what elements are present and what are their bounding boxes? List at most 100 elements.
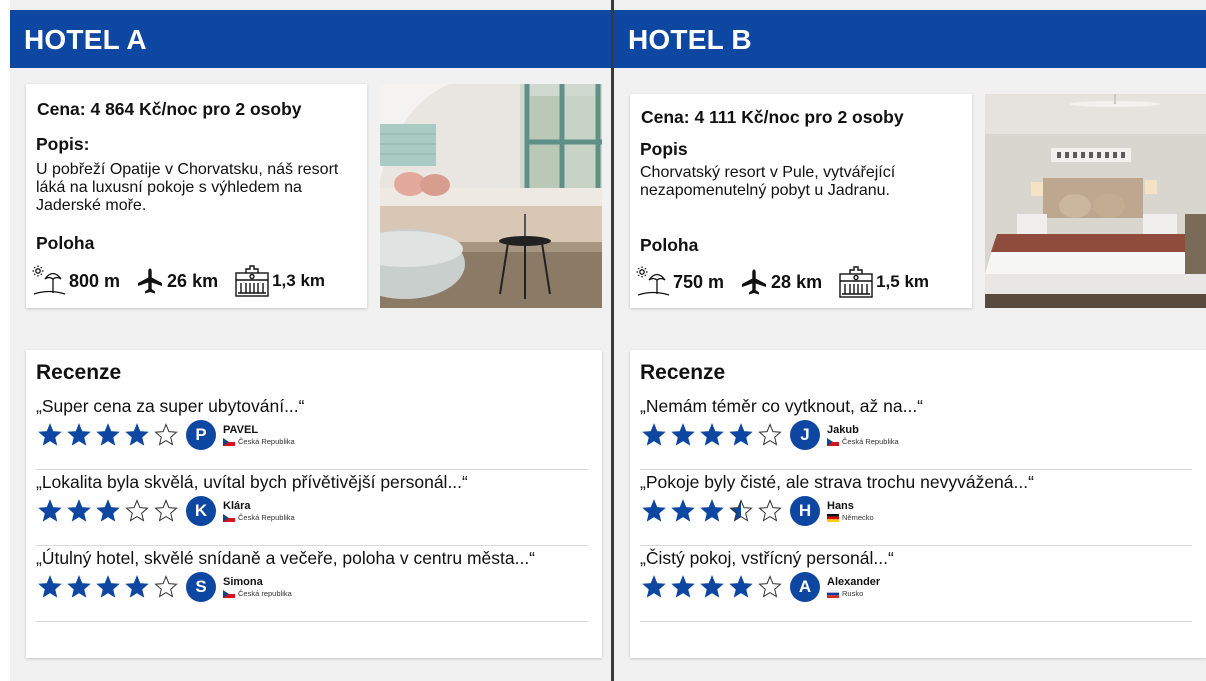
star-full-icon [67,499,91,522]
reviewer-name: PAVEL [223,423,259,436]
czech-flag-icon [827,437,839,446]
description-text: U pobřeží Opatije v Chorvatsku, náš reso… [36,161,339,214]
review-meta: K Klára Česká Republika [38,494,295,528]
airport-distance: 28 km [740,268,822,296]
star-rating [38,423,183,447]
reviewer-country: Česká Republika [827,437,899,447]
star-full-icon [38,499,62,522]
reviewer-info: Simona Česká republika [223,576,292,599]
airplane-icon [740,268,768,296]
location-title: Poloha [640,235,699,255]
star-rating [642,575,787,599]
czech-flag-icon [223,589,235,598]
review-item: „Super cena za super ubytování...“ P PAV… [36,396,588,470]
hotel-info-card: Cena: 4 864 Kč/noc pro 2 osoby Popis: U … [26,84,367,308]
hotel-header: HOTEL B [614,10,1206,68]
star-full-icon [642,575,666,598]
star-empty-icon [758,499,782,522]
reviewer-info: Hans Německo [827,500,874,523]
star-rating [38,575,183,599]
review-meta: P PAVEL Česká Republika [38,418,295,452]
country-label: Rusko [842,588,864,598]
star-full-icon [125,575,149,598]
russian-flag-icon [827,589,839,598]
review-quote: „Nemám téměr co vytknout, až na...“ [640,396,924,416]
country-label: Česká Republika [842,436,899,446]
city-hall-icon [838,265,874,299]
beach-distance-value: 750 m [673,271,725,292]
reviewer-name: Alexander [827,575,881,588]
price-label: Cena: 4 111 Kč/noc pro 2 osoby [641,107,904,127]
review-item: „Čistý pokoj, vstřícný personál...“ A Al… [640,548,1192,622]
reviews-card: Recenze „Super cena za super ubytování..… [26,350,602,658]
reviews-heading: Recenze [36,361,122,384]
avatar: H [790,496,820,526]
hotel-a-panel: HOTEL A Cena: 4 864 Kč/noc pro 2 osoby P… [10,0,612,681]
german-flag-icon [827,513,839,522]
avatar: J [790,420,820,450]
reviewer-country: Česká Republika [223,513,295,523]
beach-icon [636,266,670,298]
hotel-header: HOTEL A [10,10,612,68]
review-meta: S Simona Česká republika [38,570,292,604]
reviewer-name: Hans [827,499,854,512]
beach-icon [32,265,66,297]
reviewer-info: Klára Česká Republika [223,500,295,523]
center-distance: 1,5 km [838,265,929,299]
description-title: Popis [640,139,688,159]
czech-flag-icon [223,437,235,446]
hotel-title: HOTEL A [24,24,147,55]
star-empty-icon [758,423,782,446]
country-label: Česká Republika [238,436,295,446]
location-title: Poloha [36,233,95,253]
star-full-icon [125,423,149,446]
reviews-heading: Recenze [640,361,726,384]
star-full-icon [700,575,724,598]
beach-distance: 750 m [636,266,724,298]
star-full-icon [642,499,666,522]
description-text: Chorvatský resort v Pule, vytvářející ne… [640,164,896,199]
review-meta: A Alexander Rusko [642,570,880,604]
hotel-room-photo [380,84,602,308]
review-item: „Lokalita byla skvělá, uvítal bych přívě… [36,472,588,546]
review-item: „Pokoje byly čisté, ale strava trochu ne… [640,472,1192,546]
review-quote: „Lokalita byla skvělá, uvítal bych přívě… [36,472,468,492]
hotel-info-card: Cena: 4 111 Kč/noc pro 2 osoby Popis Cho… [630,94,972,308]
star-full-icon [671,575,695,598]
star-full-icon [700,499,724,522]
star-half-icon [729,499,753,522]
airport-distance-value: 28 km [771,271,823,292]
star-empty-icon [758,575,782,598]
star-full-icon [729,423,753,446]
star-full-icon [38,423,62,446]
reviewer-country: Německo [827,513,874,523]
star-rating [642,499,787,523]
star-full-icon [38,575,62,598]
airport-distance: 26 km [136,267,218,295]
location-row: 800 m 26 km 1,3 km [32,263,325,299]
star-empty-icon [154,423,178,446]
country-label: Česká Republika [238,512,295,522]
star-rating [642,423,787,447]
reviewer-name: Jakub [827,423,859,436]
review-quote: „Útulný hotel, skvělé snídaně a večeře, … [36,548,536,568]
avatar: K [186,496,216,526]
reviewer-info: Jakub Česká Republika [827,424,899,447]
airplane-icon [136,267,164,295]
review-quote: „Pokoje byly čisté, ale strava trochu ne… [640,472,1034,492]
review-item: „Nemám téměr co vytknout, až na...“ J Ja… [640,396,1192,470]
star-full-icon [671,499,695,522]
reviewer-info: Alexander Rusko [827,576,880,599]
reviewer-country: Česká republika [223,589,292,599]
star-full-icon [67,423,91,446]
hotel-room-photo [985,94,1206,308]
beach-distance-value: 800 m [69,270,121,291]
description-title: Popis: [36,134,90,154]
center-distance-value: 1,5 km [876,272,930,291]
price-label: Cena: 4 864 Kč/noc pro 2 osoby [37,99,302,119]
center-distance-value: 1,3 km [272,271,326,290]
city-hall-icon [234,264,270,298]
reviewer-info: PAVEL Česká Republika [223,424,295,447]
star-full-icon [700,423,724,446]
hotel-title: HOTEL B [628,24,752,55]
